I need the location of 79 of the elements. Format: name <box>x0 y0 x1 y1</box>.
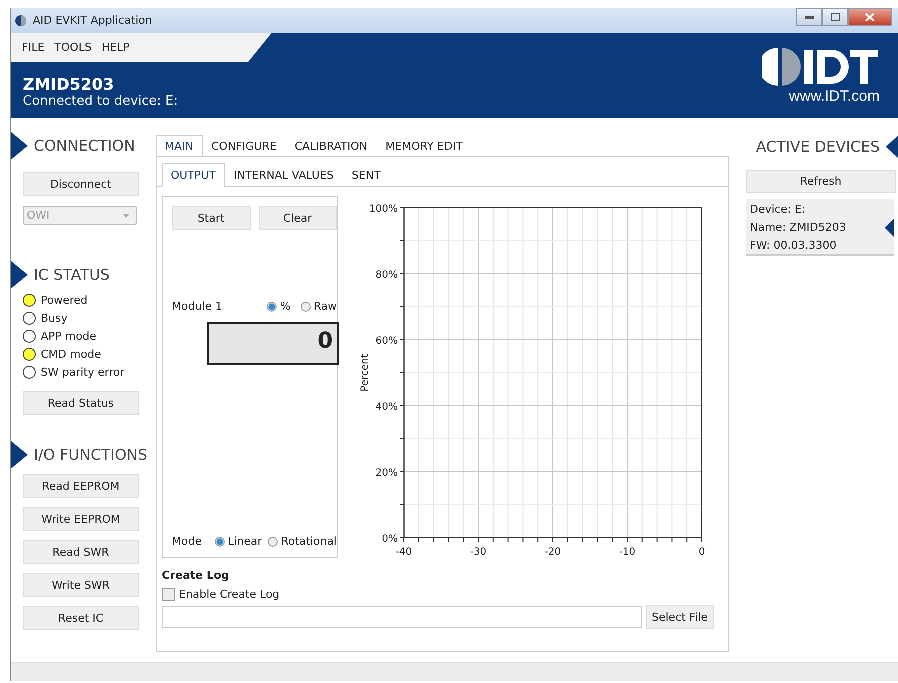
tab[interactable]: INTERNAL VALUES <box>224 163 343 187</box>
minimize-button[interactable] <box>796 8 822 26</box>
section-title: CONNECTION <box>34 137 136 155</box>
tab[interactable]: CONFIGURE <box>202 135 286 157</box>
device-title: ZMID5203 <box>23 75 116 94</box>
section-marker-icon <box>886 136 898 158</box>
radio-button[interactable] <box>267 302 278 312</box>
menu-item[interactable]: FILE <box>17 41 50 54</box>
tab[interactable]: MEMORY EDIT <box>376 135 472 157</box>
axis-label: -20 <box>544 547 562 558</box>
logo-icon <box>762 46 880 88</box>
axis-label: 60% <box>376 336 398 347</box>
axis-label: 100% <box>369 204 398 215</box>
status-label: SW parity error <box>41 366 125 378</box>
device-info: Device: E: <box>750 203 806 216</box>
axis-title: Percent <box>360 354 371 392</box>
tab[interactable]: SENT <box>342 163 390 187</box>
function-button[interactable]: Write EEPROM <box>23 507 139 531</box>
radio-label: % <box>280 300 291 313</box>
tab[interactable]: OUTPUT <box>162 163 225 187</box>
status-label: Powered <box>41 294 88 306</box>
axis-label: 80% <box>376 270 398 281</box>
device-card[interactable]: Device: E: Name: ZMID5203 FW: 00.03.3300 <box>746 199 894 256</box>
disconnect-button[interactable]: Disconnect <box>23 172 139 196</box>
minimize-icon <box>804 16 814 18</box>
radio-label: Linear <box>228 535 262 548</box>
tab[interactable]: MAIN <box>156 135 202 157</box>
axis-label: 0 <box>698 547 706 558</box>
action-button[interactable]: Start <box>172 206 250 230</box>
axis-label: -10 <box>619 547 636 558</box>
menu-item[interactable]: TOOLS <box>50 41 97 54</box>
select-file-button[interactable]: Select File <box>646 605 714 629</box>
status-label: CMD mode <box>41 348 102 360</box>
device-info: FW: 00.03.3300 <box>750 239 838 252</box>
section-marker-icon <box>11 132 28 160</box>
axis-label: 40% <box>376 402 398 413</box>
action-button[interactable]: Clear <box>258 206 337 230</box>
axis-label: 20% <box>376 468 398 479</box>
function-button[interactable]: Reset IC <box>23 606 139 630</box>
axis-label: 0% <box>382 534 398 545</box>
section-marker-icon <box>11 441 28 469</box>
radio-label: Rotational <box>281 535 337 548</box>
file-path-field[interactable] <box>162 606 642 628</box>
module-label: Module 1 <box>172 300 224 313</box>
section-title: I/O FUNCTIONS <box>34 446 148 464</box>
app-icon <box>15 14 27 26</box>
section-label: Create Log <box>162 569 230 582</box>
read-status-button[interactable]: Read Status <box>23 391 139 415</box>
status-label: APP mode <box>41 330 96 342</box>
axis-label: -30 <box>470 547 487 558</box>
function-button[interactable]: Read EEPROM <box>23 474 139 498</box>
radio-button[interactable] <box>300 302 311 312</box>
section-title: ACTIVE DEVICES <box>756 138 880 156</box>
section-title: IC STATUS <box>34 266 110 284</box>
axis-label: -40 <box>396 547 412 558</box>
close-icon <box>865 12 875 22</box>
window-title: AID EVKIT Application <box>33 14 152 27</box>
dropdown-arrow-icon <box>123 214 130 218</box>
close-button[interactable] <box>848 8 892 26</box>
website-text: www.IDT.com <box>789 88 880 105</box>
device-info: Name: ZMID5203 <box>750 221 846 234</box>
function-button[interactable]: Read SWR <box>23 540 139 564</box>
selection-marker-icon <box>885 218 894 236</box>
checkbox-label: Enable Create Log <box>179 588 280 601</box>
tab[interactable]: CALIBRATION <box>286 135 377 157</box>
radio-button[interactable] <box>215 536 225 546</box>
value-display: 0 <box>207 322 339 365</box>
radio-label: Raw <box>314 300 337 313</box>
status-label: Busy <box>41 312 68 324</box>
mode-label: Mode <box>172 535 203 548</box>
function-button[interactable]: Write SWR <box>23 573 139 597</box>
maximize-icon <box>830 13 840 21</box>
connection-status: Connected to device: E: <box>23 94 178 109</box>
section-marker-icon <box>11 261 28 289</box>
menu-item[interactable]: HELP <box>96 41 135 54</box>
radio-button[interactable] <box>268 536 278 546</box>
maximize-button[interactable] <box>822 8 848 26</box>
checkbox[interactable] <box>162 588 175 601</box>
refresh-button[interactable]: Refresh <box>746 170 896 193</box>
